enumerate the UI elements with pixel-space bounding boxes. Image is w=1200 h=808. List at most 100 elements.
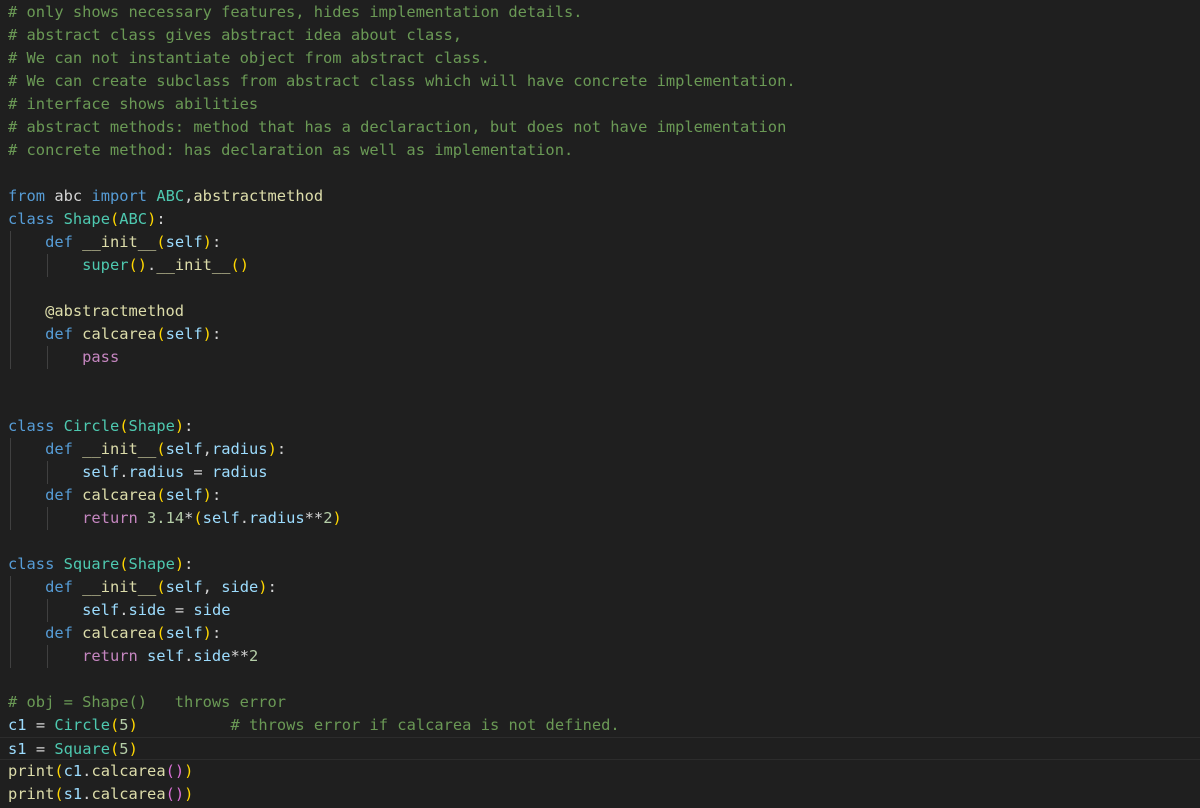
code-line[interactable]: # concrete method: has declaration as we… bbox=[0, 139, 1200, 162]
code-line[interactable]: # We can create subclass from abstract c… bbox=[0, 70, 1200, 93]
class-name-token: Circle bbox=[63, 417, 120, 435]
code-text: # interface shows abilities bbox=[8, 93, 258, 116]
code-line[interactable] bbox=[0, 277, 1200, 300]
code-line[interactable] bbox=[0, 162, 1200, 185]
variable-token: self bbox=[202, 509, 240, 527]
operator-token: = bbox=[35, 740, 46, 758]
code-line[interactable]: def calcarea(self): bbox=[0, 622, 1200, 645]
code-line[interactable] bbox=[0, 668, 1200, 691]
bracket-token: ( bbox=[110, 740, 120, 758]
class-name-token: Circle bbox=[54, 716, 110, 734]
code-line[interactable]: print(c1.calcarea()) bbox=[0, 760, 1200, 783]
code-line[interactable]: def calcarea(self): bbox=[0, 484, 1200, 507]
function-name-token: calcarea bbox=[91, 762, 166, 780]
code-line[interactable]: # We can not instantiate object from abs… bbox=[0, 47, 1200, 70]
comment-token: # interface shows abilities bbox=[8, 95, 259, 113]
code-text: print(c1.calcarea()) bbox=[8, 760, 193, 783]
class-name-token: ABC bbox=[156, 187, 185, 205]
function-name-token: calcarea bbox=[82, 325, 157, 343]
code-line[interactable]: from abc import ABC,abstractmethod bbox=[0, 185, 1200, 208]
comment-token: # only shows necessary features, hides i… bbox=[8, 3, 583, 21]
code-line[interactable]: self.side = side bbox=[0, 599, 1200, 622]
comment-token: # concrete method: has declaration as we… bbox=[8, 141, 574, 159]
class-name-token: Square bbox=[63, 555, 120, 573]
bracket-token: ( bbox=[110, 716, 120, 734]
code-line[interactable] bbox=[0, 392, 1200, 415]
code-text: print(s1.calcarea()) bbox=[8, 783, 193, 806]
class-name-token: Shape bbox=[128, 555, 175, 573]
code-line[interactable] bbox=[0, 530, 1200, 553]
text-token: : bbox=[267, 578, 277, 596]
number-token: 5 bbox=[119, 716, 129, 734]
code-line[interactable]: return self.side**2 bbox=[0, 645, 1200, 668]
bracket-token: ) bbox=[147, 210, 157, 228]
class-name-token: Shape bbox=[63, 210, 110, 228]
code-editor[interactable]: # only shows necessary features, hides i… bbox=[0, 0, 1200, 808]
code-line[interactable]: class Shape(ABC): bbox=[0, 208, 1200, 231]
operator-token: * bbox=[184, 509, 194, 527]
code-line[interactable]: @abstractmethod bbox=[0, 300, 1200, 323]
code-text: self.side = side bbox=[8, 599, 230, 622]
code-line[interactable]: # only shows necessary features, hides i… bbox=[0, 1, 1200, 24]
bracket-token: ) bbox=[184, 785, 194, 803]
code-text: return 3.14*(self.radius**2) bbox=[8, 507, 342, 530]
code-line[interactable]: return 3.14*(self.radius**2) bbox=[0, 507, 1200, 530]
bracket-token: ) bbox=[202, 624, 212, 642]
bracket-token: ( bbox=[119, 417, 129, 435]
code-line[interactable]: pass bbox=[0, 346, 1200, 369]
code-text: def __init__(self): bbox=[8, 231, 221, 254]
code-line[interactable] bbox=[0, 369, 1200, 392]
code-line[interactable]: def __init__(self,radius): bbox=[0, 438, 1200, 461]
keyword-token: def bbox=[45, 325, 73, 343]
text-token: , bbox=[202, 440, 212, 458]
bracket-token: () bbox=[230, 256, 249, 274]
bracket-token: ) bbox=[184, 762, 194, 780]
variable-token: self bbox=[165, 624, 203, 642]
code-line[interactable]: # obj = Shape() throws error bbox=[0, 691, 1200, 714]
bracket-token: ) bbox=[128, 740, 138, 758]
nested-bracket-token: () bbox=[165, 762, 185, 780]
bracket-token: ( bbox=[156, 578, 166, 596]
text-token: . bbox=[147, 256, 157, 274]
variable-token: self bbox=[147, 647, 185, 665]
code-line[interactable]: s1 = Square(5) bbox=[0, 737, 1200, 760]
variable-token: self bbox=[82, 601, 120, 619]
code-line[interactable]: class Circle(Shape): bbox=[0, 415, 1200, 438]
code-line[interactable]: super().__init__() bbox=[0, 254, 1200, 277]
indent-guide bbox=[10, 277, 11, 300]
code-text: # abstract methods: method that has a de… bbox=[8, 116, 786, 139]
variable-token: radius bbox=[128, 463, 185, 481]
code-line[interactable]: def __init__(self): bbox=[0, 231, 1200, 254]
operator-token: = bbox=[174, 601, 185, 619]
variable-token: s1 bbox=[8, 740, 27, 758]
bracket-token: ) bbox=[174, 555, 185, 573]
code-line[interactable]: def calcarea(self): bbox=[0, 323, 1200, 346]
code-line[interactable]: # abstract class gives abstract idea abo… bbox=[0, 24, 1200, 47]
code-line[interactable]: # abstract methods: method that has a de… bbox=[0, 116, 1200, 139]
text-token: : bbox=[156, 210, 166, 228]
keyword-token: class bbox=[8, 210, 55, 228]
code-line[interactable]: c1 = Circle(5) # throws error if calcare… bbox=[0, 714, 1200, 737]
code-text: # We can not instantiate object from abs… bbox=[8, 47, 490, 70]
code-line[interactable]: # interface shows abilities bbox=[0, 93, 1200, 116]
keyword-token: def bbox=[45, 440, 73, 458]
variable-token: self bbox=[165, 233, 203, 251]
function-name-token: calcarea bbox=[91, 785, 166, 803]
code-line[interactable]: def __init__(self, side): bbox=[0, 576, 1200, 599]
text-token: : bbox=[211, 325, 222, 343]
code-line[interactable]: class Square(Shape): bbox=[0, 553, 1200, 576]
variable-token: side bbox=[193, 647, 231, 665]
code-line[interactable]: print(s1.calcarea()) bbox=[0, 783, 1200, 806]
text-token: , bbox=[202, 578, 222, 596]
code-text: self.radius = radius bbox=[8, 461, 267, 484]
decorator-token: @abstractmethod bbox=[45, 302, 185, 320]
bracket-token: ( bbox=[109, 210, 120, 228]
code-line[interactable]: self.radius = radius bbox=[0, 461, 1200, 484]
